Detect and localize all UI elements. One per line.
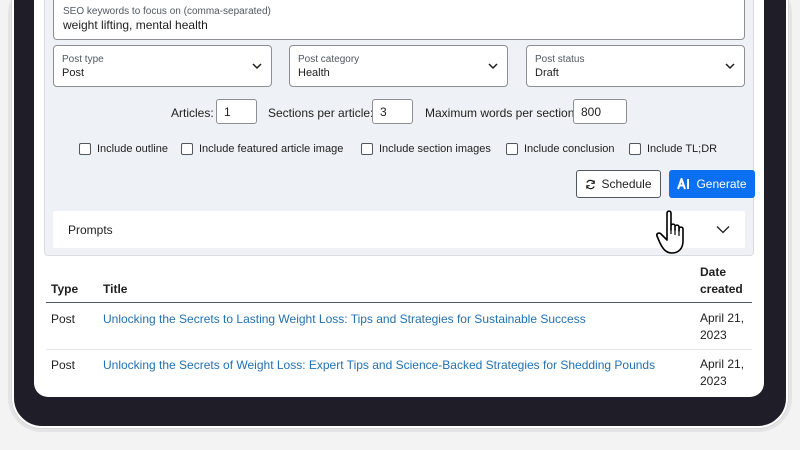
- checkbox-box[interactable]: [181, 143, 193, 155]
- post-type-select[interactable]: Post type Post: [53, 45, 272, 87]
- column-header-type: Type: [51, 282, 79, 296]
- seo-keywords-value[interactable]: weight lifting, mental health: [63, 18, 208, 32]
- row-title-link[interactable]: Unlocking the Secrets of Weight Loss: Ex…: [103, 358, 655, 372]
- post-status-select[interactable]: Post status Draft: [526, 45, 745, 87]
- post-category-select[interactable]: Post category Health: [289, 45, 508, 87]
- include-conclusion-label: Include conclusion: [524, 143, 615, 155]
- sections-label: Sections per article:: [268, 106, 374, 120]
- chevron-down-icon: [725, 63, 735, 70]
- hand-pointer-icon: [656, 210, 684, 254]
- articles-input[interactable]: 1: [216, 99, 257, 124]
- seo-keywords-field[interactable]: SEO keywords to focus on (comma-separate…: [53, 0, 745, 40]
- refresh-icon: [586, 179, 596, 189]
- include-tldr-label: Include TL;DR: [647, 143, 718, 155]
- header-divider: [46, 302, 752, 303]
- seo-keywords-label: SEO keywords to focus on (comma-separate…: [63, 6, 271, 17]
- include-conclusion-checkbox[interactable]: Include conclusion: [506, 143, 615, 155]
- include-featured-image-label: Include featured article image: [199, 143, 344, 155]
- prompts-accordion[interactable]: Prompts: [53, 211, 745, 248]
- screen: SEO keywords to focus on (comma-separate…: [34, 0, 764, 397]
- post-status-value: Draft: [535, 67, 559, 79]
- post-status-label: Post status: [535, 54, 585, 65]
- ai-icon: [677, 178, 690, 190]
- articles-label: Articles:: [171, 106, 214, 120]
- post-type-label: Post type: [62, 54, 104, 65]
- row-type: Post: [51, 312, 76, 326]
- prompts-label: Prompts: [68, 223, 113, 237]
- sections-input[interactable]: 3: [372, 99, 413, 124]
- post-type-value: Post: [62, 67, 85, 79]
- generate-label: Generate: [696, 177, 747, 191]
- schedule-button[interactable]: Schedule: [576, 170, 661, 198]
- checkbox-box[interactable]: [629, 143, 641, 155]
- post-category-value: Health: [298, 67, 330, 79]
- chevron-down-icon: [716, 226, 730, 234]
- include-section-images-label: Include section images: [379, 143, 491, 155]
- include-outline-label: Include outline: [97, 143, 168, 155]
- post-category-label: Post category: [298, 54, 360, 65]
- include-featured-image-checkbox[interactable]: Include featured article image: [181, 143, 343, 155]
- generator-panel: SEO keywords to focus on (comma-separate…: [44, 0, 755, 256]
- row-date: April 21, 2023: [700, 357, 745, 388]
- row-divider: [46, 349, 752, 350]
- column-header-date[interactable]: Date created: [700, 264, 752, 298]
- column-header-title: Title: [103, 282, 128, 296]
- schedule-label: Schedule: [601, 177, 652, 191]
- include-tldr-checkbox[interactable]: Include TL;DR: [629, 143, 717, 155]
- chevron-down-icon: [488, 63, 498, 70]
- checkbox-box[interactable]: [506, 143, 518, 155]
- include-outline-checkbox[interactable]: Include outline: [79, 143, 168, 155]
- checkbox-box[interactable]: [361, 143, 373, 155]
- checkbox-box[interactable]: [79, 143, 91, 155]
- row-title-link[interactable]: Unlocking the Secrets to Lasting Weight …: [103, 312, 586, 326]
- number-settings-row: Articles: 1 Sections per article: 3 Maxi…: [45, 99, 755, 125]
- options-row: Include outline Include featured article…: [45, 143, 755, 159]
- include-section-images-checkbox[interactable]: Include section images: [361, 143, 491, 155]
- max-words-label: Maximum words per section:: [425, 106, 578, 120]
- generate-button[interactable]: Generate: [669, 170, 755, 198]
- row-date: April 21, 2023: [700, 311, 745, 342]
- row-type: Post: [51, 358, 76, 372]
- chevron-down-icon: [252, 63, 262, 70]
- max-words-input[interactable]: 800: [573, 99, 627, 124]
